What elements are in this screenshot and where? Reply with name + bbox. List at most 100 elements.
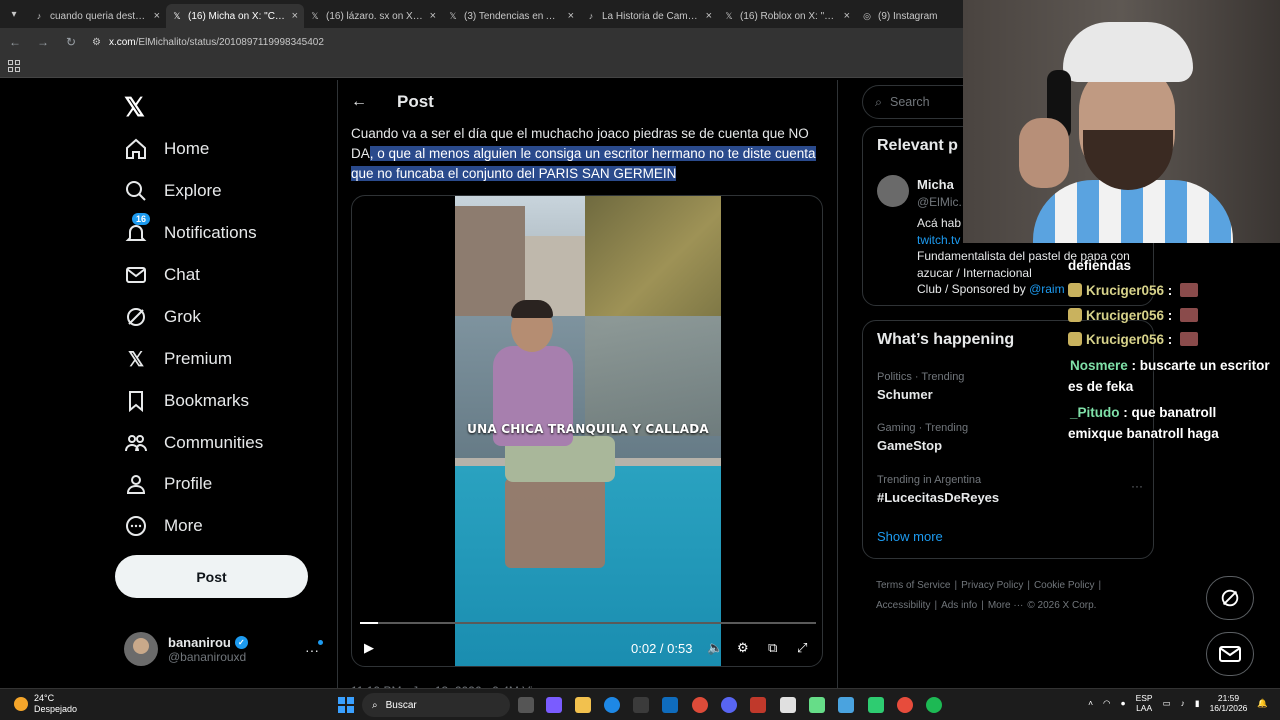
- weather-temp: 24°C: [34, 693, 55, 703]
- language-indicator[interactable]: ESP LAA: [1136, 693, 1153, 713]
- tiktok-icon: ♪: [588, 11, 594, 21]
- copilot-icon[interactable]: [546, 697, 562, 713]
- clock[interactable]: 21:59 16/1/2026: [1210, 693, 1248, 713]
- lang-line: LAA: [1136, 703, 1153, 713]
- close-icon[interactable]: ×: [154, 10, 160, 22]
- spotify-icon[interactable]: [926, 697, 942, 713]
- browser-tab[interactable]: 𝕏 (3) Tendencias en Argentin ×: [442, 4, 580, 28]
- nav-item-notifications[interactable]: 16 Notifications: [124, 213, 257, 245]
- nav-item-explore[interactable]: Explore: [124, 179, 222, 203]
- x-logo-icon[interactable]: 𝕏: [124, 92, 145, 123]
- footer-link[interactable]: © 2026 X Corp.: [1027, 600, 1096, 611]
- browser-tab[interactable]: ♪ cuando queria destruir a l ×: [28, 4, 166, 28]
- video-frame[interactable]: UNA CHICA TRANQUILA Y CALLADA: [455, 196, 721, 666]
- avatar[interactable]: [877, 175, 909, 207]
- photos-icon[interactable]: [838, 697, 854, 713]
- wifi-icon[interactable]: ◠: [1103, 698, 1110, 709]
- notification-count-badge: 16: [132, 213, 151, 225]
- store-icon[interactable]: [633, 697, 649, 713]
- messages-icon[interactable]: [1206, 632, 1254, 676]
- back-arrow-icon[interactable]: ←: [8, 35, 22, 49]
- trend-item[interactable]: Trending in Argentina #LucecitasDeReyes: [877, 474, 999, 505]
- browser-tab[interactable]: 𝕏 (16) lázaro. sx on X: "era n ×: [304, 4, 442, 28]
- nav-item-bookmarks[interactable]: Bookmarks: [124, 389, 249, 413]
- close-icon[interactable]: ×: [706, 10, 712, 22]
- nav-item-home[interactable]: Home: [124, 137, 209, 161]
- windows-start-icon[interactable]: [338, 697, 354, 713]
- taskbar-search[interactable]: ⌕ Buscar: [362, 693, 510, 717]
- volume-icon[interactable]: 🔈: [707, 640, 723, 656]
- nav-item-more[interactable]: More: [124, 514, 203, 538]
- show-more-link[interactable]: Show more: [877, 529, 943, 544]
- more-dots-icon[interactable]: ···: [305, 642, 319, 658]
- bio-link[interactable]: @raim: [1029, 282, 1065, 296]
- mic-icon[interactable]: ●: [1120, 698, 1125, 708]
- grok-icon: [124, 305, 148, 329]
- close-icon[interactable]: ×: [430, 10, 436, 22]
- footer-link[interactable]: Terms of Service: [876, 580, 950, 591]
- apps-grid-icon[interactable]: [8, 60, 20, 72]
- settings-gear-icon[interactable]: ⚙: [737, 640, 749, 656]
- chevron-up-icon[interactable]: ˄: [1088, 698, 1093, 708]
- nav-item-chat[interactable]: Chat: [124, 263, 200, 287]
- close-icon[interactable]: ×: [568, 10, 574, 22]
- reload-icon[interactable]: ↻: [64, 35, 78, 49]
- app-icon[interactable]: [809, 697, 825, 713]
- site-info-icon[interactable]: ⚙: [92, 37, 101, 48]
- app-icon[interactable]: [897, 697, 913, 713]
- nav-item-label: More: [164, 516, 203, 535]
- trend-item[interactable]: Gaming · Trending GameStop: [877, 422, 968, 453]
- pip-icon[interactable]: ⧉: [768, 640, 777, 656]
- trend-item[interactable]: Politics · Trending Schumer: [877, 371, 964, 402]
- notification-dot: [318, 640, 323, 645]
- footer-link[interactable]: Ads info: [941, 600, 977, 611]
- nav-item-communities[interactable]: Communities: [124, 431, 263, 455]
- play-icon[interactable]: ▶: [364, 640, 374, 656]
- task-view-icon[interactable]: [518, 697, 534, 713]
- weather-widget[interactable]: 24°C Despejado: [14, 693, 77, 715]
- footer-link[interactable]: Accessibility: [876, 600, 930, 611]
- nav-item-profile[interactable]: Profile: [124, 472, 212, 496]
- relevant-name[interactable]: Micha: [917, 177, 954, 192]
- browser-tab[interactable]: ♪ La Historia de Camila • 22 ×: [580, 4, 718, 28]
- nav-item-grok[interactable]: Grok: [124, 305, 201, 329]
- file-explorer-icon[interactable]: [575, 697, 591, 713]
- close-icon[interactable]: ×: [844, 10, 850, 22]
- back-arrow-icon[interactable]: ←: [351, 93, 367, 111]
- notifications-bell-icon[interactable]: 🔔: [1257, 698, 1268, 709]
- chrome-icon[interactable]: [692, 697, 708, 713]
- volume-icon[interactable]: ♪: [1181, 698, 1185, 708]
- forward-arrow-icon[interactable]: →: [36, 35, 50, 49]
- app-icon[interactable]: [750, 697, 766, 713]
- post-button[interactable]: Post: [115, 555, 308, 598]
- trend-more-dots-icon[interactable]: ···: [1131, 479, 1143, 493]
- tab-title: La Historia de Camila • 22: [602, 10, 700, 22]
- browser-tab[interactable]: 𝕏 (16) Roblox on X: "Steal a ×: [718, 4, 856, 28]
- battery-icon[interactable]: ▮: [1195, 698, 1200, 709]
- grok-icon[interactable]: [1206, 576, 1254, 620]
- video-progress-bar[interactable]: [360, 622, 816, 624]
- chat-text: es de feka: [1068, 379, 1134, 394]
- network-icon[interactable]: ▭: [1163, 698, 1171, 709]
- footer-links: Terms of Service | Privacy Policy | Cookie P…: [876, 576, 1126, 616]
- footer-separator: |: [1098, 580, 1102, 591]
- trend-category: Politics · Trending: [877, 371, 965, 383]
- fullscreen-icon[interactable]: ⤢: [797, 640, 807, 656]
- browser-tab[interactable]: 𝕏 (16) Micha on X: "Cuando ×: [166, 4, 304, 28]
- close-icon[interactable]: ×: [292, 10, 298, 22]
- footer-link[interactable]: Privacy Policy: [961, 580, 1023, 591]
- discord-icon[interactable]: [721, 697, 737, 713]
- account-switcher[interactable]: bananirou ✓ @bananirouxd: [124, 632, 324, 666]
- url-field[interactable]: ⚙ x.com/ElMichalito/status/2010897119998…: [92, 37, 324, 48]
- outlook-icon[interactable]: [662, 697, 678, 713]
- app-icon[interactable]: [868, 697, 884, 713]
- footer-link[interactable]: Cookie Policy: [1034, 580, 1095, 591]
- column-divider: [837, 80, 838, 720]
- footer-link[interactable]: More ···: [988, 600, 1024, 611]
- chat-badge-icon: [1068, 332, 1082, 346]
- nav-item-premium[interactable]: 𝕏 Premium: [124, 347, 232, 371]
- notepad-icon[interactable]: [780, 697, 796, 713]
- tab-list-dropdown-icon[interactable]: ▾: [0, 0, 28, 28]
- video-player[interactable]: UNA CHICA TRANQUILA Y CALLADA ▶ 0:02 / 0…: [351, 195, 823, 667]
- edge-icon[interactable]: [604, 697, 620, 713]
